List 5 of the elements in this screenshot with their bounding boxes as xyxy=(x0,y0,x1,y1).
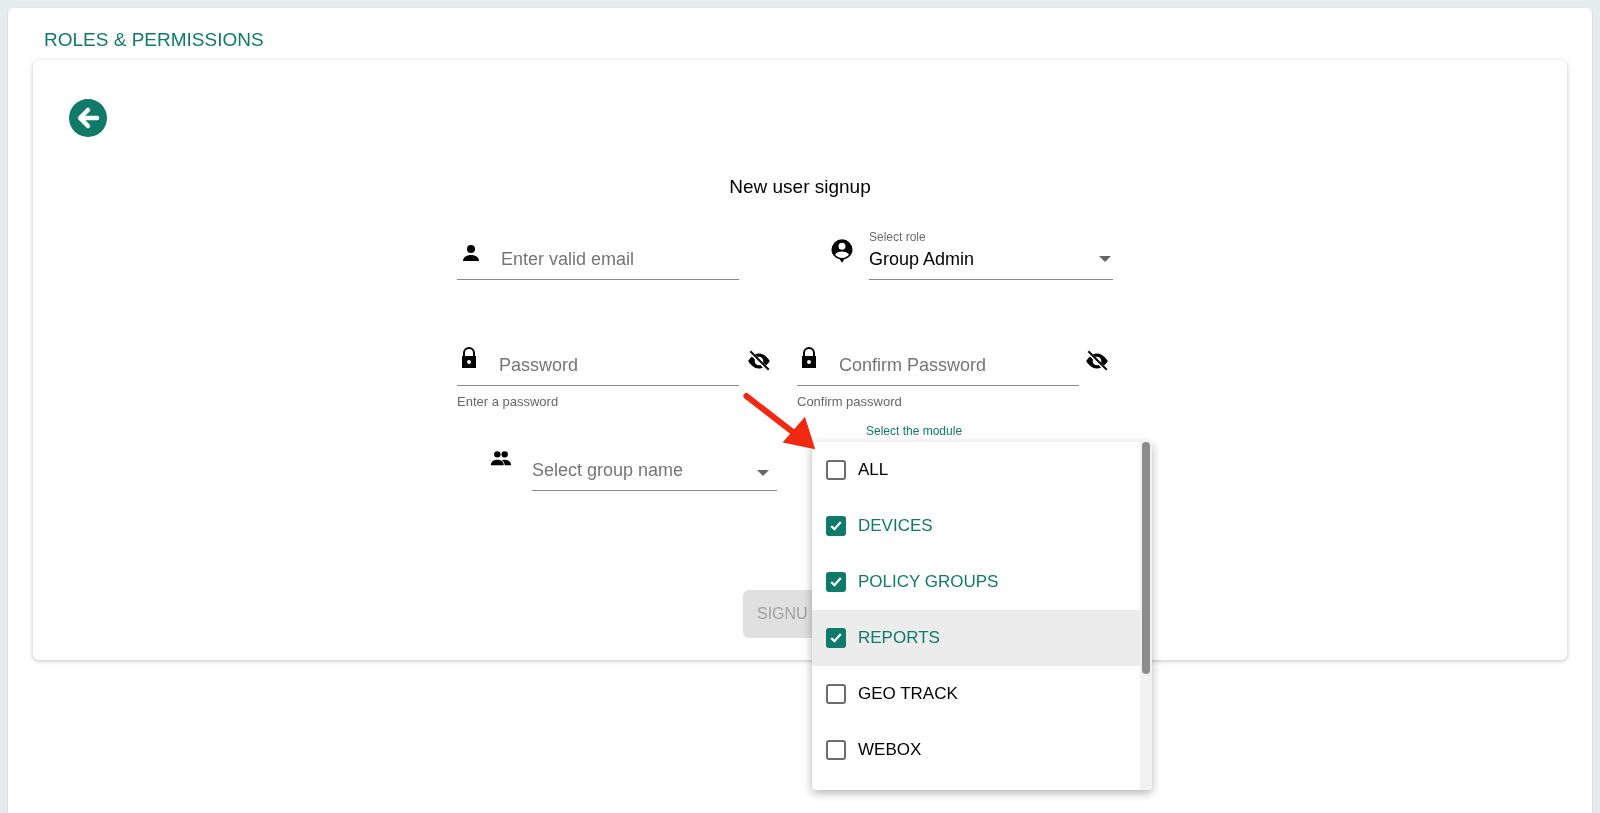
password-helper-text: Enter a password xyxy=(457,392,559,411)
page-title: ROLES & PERMISSIONS xyxy=(44,29,264,50)
module-select-label: Select the module xyxy=(866,423,963,440)
confirm-password-helper-text: Confirm password xyxy=(797,392,902,411)
form-heading: New user signup xyxy=(729,176,871,197)
